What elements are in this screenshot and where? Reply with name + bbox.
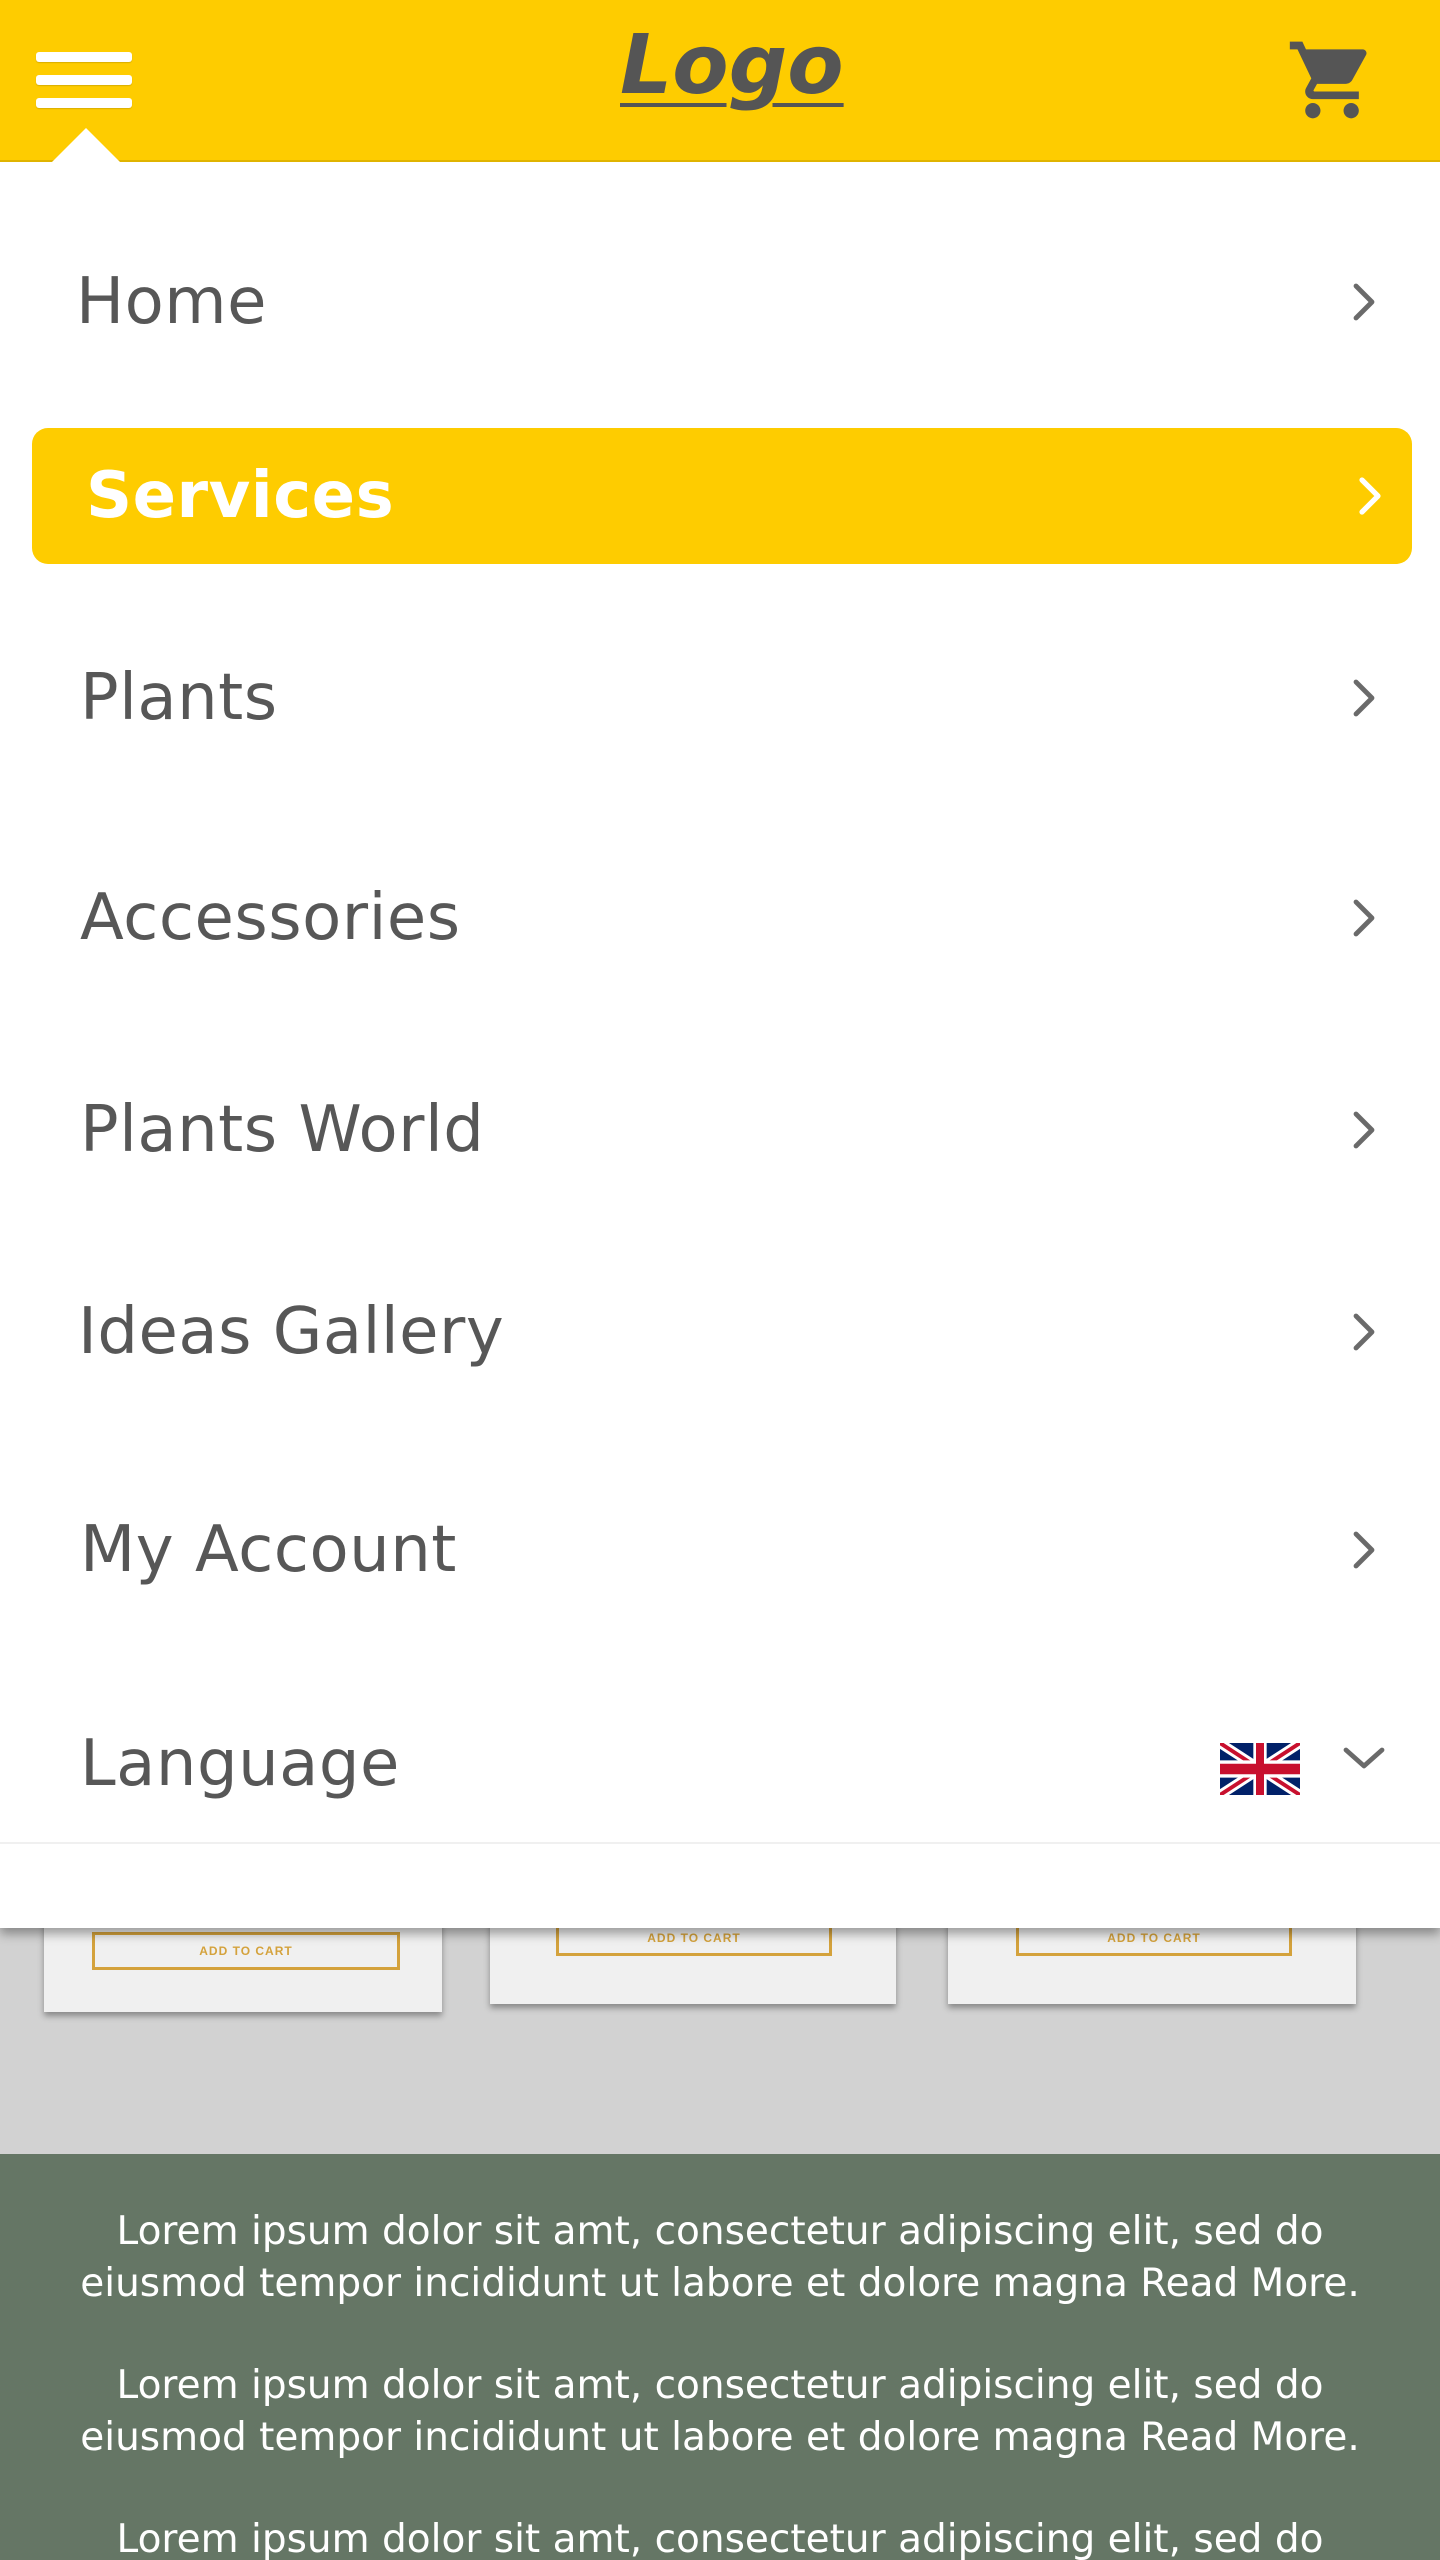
footer-paragraph: Lorem ipsum dolor sit amt, consectetur a…: [116, 2517, 1324, 2560]
footer-paragraph: Lorem ipsum dolor sit amt, consectetur a…: [80, 2363, 1360, 2460]
menu-item-plants-world[interactable]: Plants World: [0, 1060, 1440, 1200]
app-header: Logo: [0, 0, 1440, 162]
chevron-down-icon: [1343, 1747, 1385, 1769]
menu-item-label: Home: [76, 265, 267, 339]
chevron-right-icon: [1359, 477, 1381, 515]
menu-item-plants[interactable]: Plants: [0, 628, 1440, 768]
chevron-right-icon: [1353, 283, 1375, 321]
menu-pointer: [52, 128, 120, 162]
menu-item-label: Language: [80, 1727, 400, 1801]
divider: [0, 1842, 1440, 1844]
logo[interactable]: Logo: [620, 18, 844, 113]
menu-item-language[interactable]: Language: [0, 1694, 1440, 1834]
add-to-cart-button[interactable]: ADD TO CART: [92, 1932, 400, 1970]
menu-item-home[interactable]: Home: [0, 232, 1440, 372]
footer-paragraph: Lorem ipsum dolor sit amt, consectetur a…: [80, 2209, 1360, 2306]
chevron-right-icon: [1353, 899, 1375, 937]
menu-item-label: Accessories: [80, 881, 461, 955]
cart-icon[interactable]: [1286, 34, 1378, 126]
menu-item-my-account[interactable]: My Account: [0, 1480, 1440, 1620]
nav-menu: Home Services Plants Accessories Plants …: [0, 162, 1440, 1928]
uk-flag-icon: [1220, 1743, 1300, 1795]
menu-item-accessories[interactable]: Accessories: [0, 848, 1440, 988]
footer: Lorem ipsum dolor sit amt, consectetur a…: [0, 2154, 1440, 2560]
hamburger-icon[interactable]: [36, 48, 132, 112]
menu-item-services[interactable]: Services: [32, 428, 1412, 564]
menu-item-ideas-gallery[interactable]: Ideas Gallery: [0, 1262, 1440, 1402]
menu-item-label: Plants: [80, 661, 278, 735]
chevron-right-icon: [1353, 1531, 1375, 1569]
chevron-right-icon: [1353, 1313, 1375, 1351]
menu-item-label: Ideas Gallery: [78, 1295, 505, 1369]
chevron-right-icon: [1353, 1111, 1375, 1149]
menu-item-label: Plants World: [80, 1093, 485, 1167]
chevron-right-icon: [1353, 679, 1375, 717]
menu-item-label: Services: [86, 459, 395, 533]
menu-item-label: My Account: [80, 1513, 457, 1587]
